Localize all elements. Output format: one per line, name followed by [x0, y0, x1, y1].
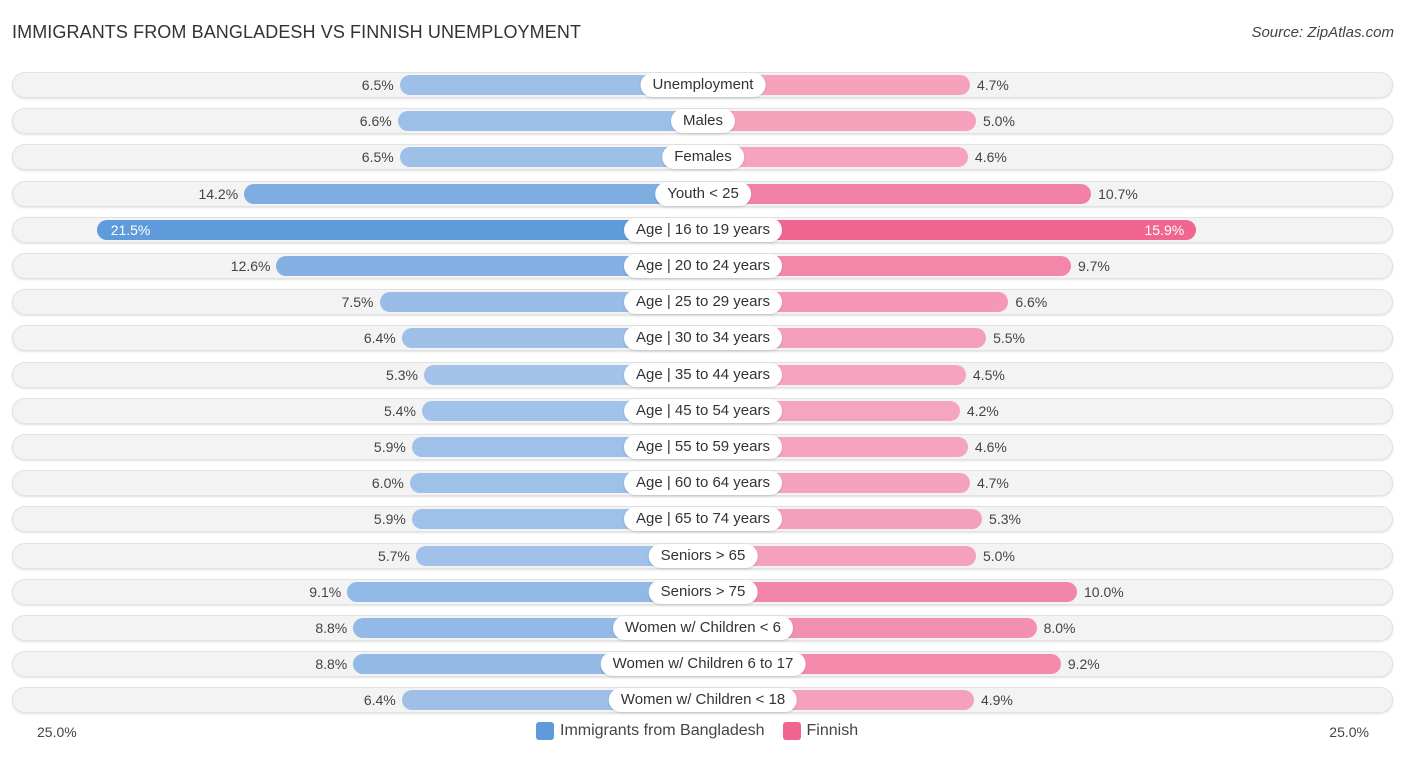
category-label: Youth < 25 [655, 181, 751, 206]
value-label-finnish: 4.2% [966, 402, 999, 419]
category-label: Age | 60 to 64 years [624, 471, 782, 496]
value-label-bangladesh: 7.5% [341, 294, 374, 311]
legend-swatch-finnish [782, 722, 801, 740]
value-label-finnish: 4.7% [976, 77, 1009, 93]
category-label: Age | 16 to 19 years [624, 217, 782, 242]
category-label: Age | 20 to 24 years [624, 254, 782, 278]
bar-bangladesh[interactable] [244, 183, 703, 204]
category-label: Age | 45 to 54 years [624, 398, 782, 423]
category-label: Unemployment [640, 73, 766, 97]
bar-finnish[interactable] [703, 183, 1092, 204]
value-label-bangladesh: 5.7% [377, 547, 410, 564]
value-label-finnish: 9.7% [1077, 258, 1110, 274]
legend: Immigrants from Bangladesh Finnish [536, 722, 876, 740]
value-label-finnish: 5.0% [983, 113, 1015, 130]
value-label-finnish: 5.3% [989, 511, 1021, 528]
value-label-bangladesh: 6.0% [371, 475, 404, 492]
value-label-finnish: 10.0% [1084, 583, 1124, 600]
category-label: Seniors > 75 [648, 579, 758, 604]
axis-min-label: 25.0% [37, 724, 77, 740]
axis-max-label: 25.0% [1329, 724, 1369, 740]
bar-bangladesh[interactable] [397, 111, 703, 132]
value-label-bangladesh: 6.5% [361, 77, 394, 93]
value-label-bangladesh: 5.3% [386, 366, 418, 383]
value-label-bangladesh: 5.9% [373, 511, 406, 528]
value-label-finnish: 4.6% [974, 149, 1007, 166]
legend-swatch-bangladesh [536, 722, 554, 740]
category-label: Women w/ Children 6 to 17 [600, 652, 806, 677]
value-label-bangladesh: 8.8% [315, 656, 348, 673]
category-label: Males [670, 109, 736, 134]
category-label: Age | 65 to 74 years [624, 507, 782, 532]
value-label-finnish: 4.6% [974, 439, 1007, 455]
value-label-bangladesh: 6.5% [361, 149, 394, 166]
value-label-finnish: 10.7% [1098, 185, 1138, 202]
category-label: Age | 25 to 29 years [624, 290, 782, 315]
value-label-finnish: 8.0% [1043, 620, 1076, 636]
bar-bangladesh[interactable] [399, 147, 703, 168]
value-label-bangladesh: 8.8% [315, 620, 348, 636]
value-label-bangladesh: 6.4% [363, 330, 396, 347]
value-label-bangladesh: 6.6% [359, 113, 392, 130]
chart-plot-area: Unemployment 6.5% 4.7% Males 6.6% 5.0% Females… [0, 0, 1406, 757]
category-label: Age | 55 to 59 years [624, 435, 782, 459]
legend-label-finnish: Finnish [806, 722, 859, 739]
value-label-finnish: 5.0% [983, 547, 1015, 564]
value-label-finnish: 5.5% [993, 330, 1026, 347]
bar-bangladesh[interactable] [96, 219, 703, 240]
value-label-bangladesh: 6.4% [363, 692, 396, 709]
value-label-finnish: 4.9% [980, 692, 1013, 709]
value-label-finnish: 9.2% [1067, 656, 1100, 673]
value-label-bangladesh: 12.6% [230, 258, 271, 274]
bar-finnish[interactable] [703, 581, 1077, 602]
value-label-bangladesh: 5.9% [373, 439, 406, 455]
legend-item-bangladesh[interactable]: Immigrants from Bangladesh [536, 722, 765, 740]
category-label: Age | 30 to 34 years [624, 326, 782, 351]
category-label: Women w/ Children < 6 [612, 616, 794, 640]
value-label-finnish: 6.6% [1015, 294, 1048, 311]
legend-item-finnish[interactable]: Finnish [782, 722, 859, 740]
value-label-finnish: 4.5% [972, 366, 1005, 383]
category-label: Seniors > 65 [648, 543, 758, 568]
category-label: Age | 35 to 44 years [624, 362, 782, 387]
category-label: Females [662, 145, 744, 170]
value-label-finnish: 15.9% [1144, 221, 1185, 238]
value-label-bangladesh: 21.5% [110, 221, 151, 238]
value-label-bangladesh: 14.2% [198, 185, 239, 202]
value-label-bangladesh: 9.1% [309, 583, 342, 600]
value-label-finnish: 4.7% [976, 475, 1009, 492]
value-label-bangladesh: 5.4% [384, 402, 416, 419]
category-label: Women w/ Children < 18 [608, 688, 798, 713]
bar-finnish[interactable] [703, 111, 976, 132]
legend-label-bangladesh: Immigrants from Bangladesh [560, 722, 765, 739]
